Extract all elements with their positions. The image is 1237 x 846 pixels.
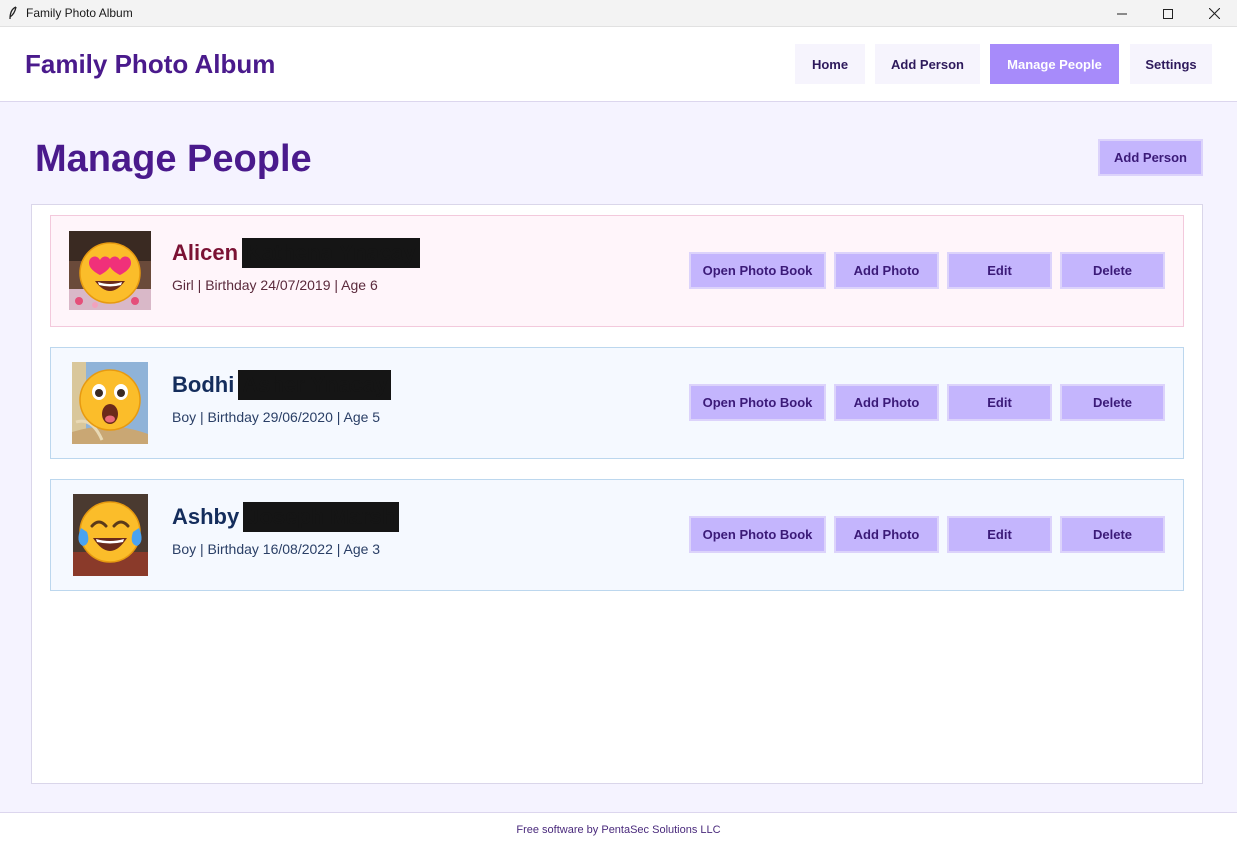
person-first-name: Bodhi [172, 372, 235, 397]
feather-icon [9, 6, 17, 20]
page-title: Manage People [35, 138, 312, 180]
window-titlebar: Family Photo Album [0, 0, 1237, 27]
close-window-button[interactable] [1191, 0, 1237, 27]
add-photo-button[interactable]: Add Photo [834, 384, 939, 421]
minimize-button[interactable] [1099, 0, 1145, 27]
person-card: Ashby Joseph Marsh Boy | Birthday 16/08/… [50, 479, 1184, 591]
minimize-icon [1117, 13, 1127, 14]
people-list-panel: Alicen Kathena Ynacay Girl | Birthday 24… [31, 204, 1203, 784]
nav-settings[interactable]: Settings [1130, 44, 1212, 84]
nav-home[interactable]: Home [795, 44, 865, 84]
app-brand-title: Family Photo Album [25, 49, 276, 79]
add-photo-button[interactable]: Add Photo [834, 252, 939, 289]
open-photo-book-button[interactable]: Open Photo Book [689, 252, 826, 289]
person-first-name: Alicen [172, 240, 239, 265]
person-first-name: Ashby [172, 504, 240, 529]
person-details: Boy | Birthday 16/08/2022 | Age 3 [172, 541, 381, 557]
redacted-surname: Joseph Marsh [243, 502, 400, 532]
footer: Free software by PentaSec Solutions LLC [0, 812, 1237, 846]
redacted-surname: Asher Ynacay [238, 370, 392, 400]
person-details: Boy | Birthday 29/06/2020 | Age 5 [172, 409, 381, 425]
maximize-button[interactable] [1145, 0, 1191, 27]
avatar [69, 231, 151, 310]
window-controls [1099, 0, 1237, 27]
person-details: Girl | Birthday 24/07/2019 | Age 6 [172, 277, 378, 293]
person-name: Bodhi Asher Ynacay [172, 370, 392, 400]
avatar [73, 494, 148, 576]
nav-manage-people[interactable]: Manage People [990, 44, 1119, 84]
window-title: Family Photo Album [26, 6, 133, 20]
nav-add-person[interactable]: Add Person [875, 44, 980, 84]
avatar [72, 362, 148, 444]
delete-button[interactable]: Delete [1060, 252, 1165, 289]
open-photo-book-button[interactable]: Open Photo Book [689, 516, 826, 553]
maximize-icon [1163, 8, 1173, 19]
edit-button[interactable]: Edit [947, 384, 1052, 421]
edit-button[interactable]: Edit [947, 252, 1052, 289]
person-card: Alicen Kathena Ynacay Girl | Birthday 24… [50, 215, 1184, 327]
open-photo-book-button[interactable]: Open Photo Book [689, 384, 826, 421]
delete-button[interactable]: Delete [1060, 516, 1165, 553]
app-header: Family Photo Album Home Add Person Manag… [0, 28, 1237, 102]
redacted-surname: Kathena Ynacay [242, 238, 420, 268]
person-name: Alicen Kathena Ynacay [172, 238, 420, 268]
main-content: Manage People Add Person Alicen Kathena … [0, 102, 1237, 812]
person-name: Ashby Joseph Marsh [172, 502, 400, 532]
tears-of-joy-emoji-icon [73, 494, 148, 576]
edit-button[interactable]: Edit [947, 516, 1052, 553]
surprised-emoji-icon [72, 362, 148, 444]
delete-button[interactable]: Delete [1060, 384, 1165, 421]
add-person-button[interactable]: Add Person [1098, 139, 1203, 176]
add-photo-button[interactable]: Add Photo [834, 516, 939, 553]
heart-eyes-emoji-icon [69, 231, 151, 310]
close-icon [1208, 8, 1220, 19]
person-card: Bodhi Asher Ynacay Boy | Birthday 29/06/… [50, 347, 1184, 459]
